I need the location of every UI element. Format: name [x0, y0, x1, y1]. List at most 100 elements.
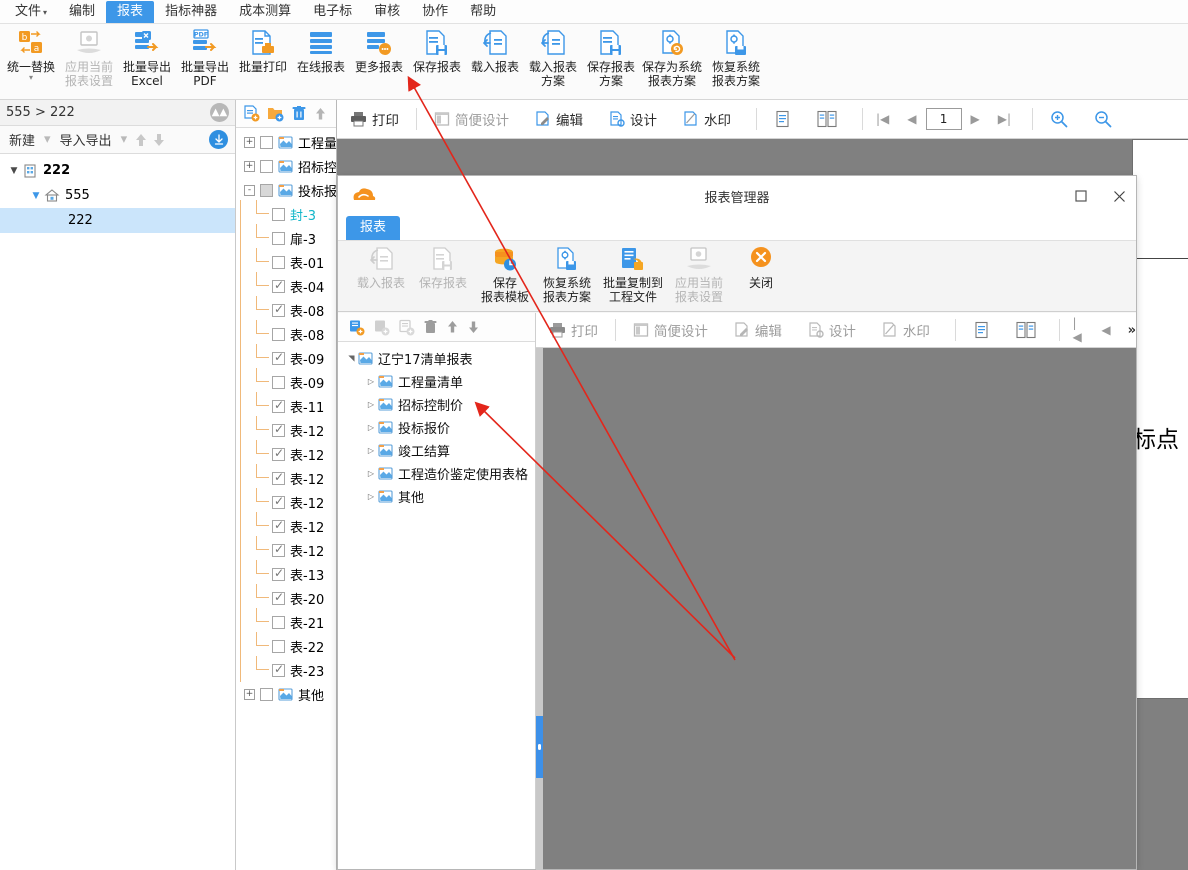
dialog-preview-canvas[interactable]: [536, 348, 1136, 869]
chevron-down-icon[interactable]: ▼: [28, 191, 44, 201]
ribbon-button-apply-current-settings[interactable]: 应用当前 报表设置: [60, 24, 118, 98]
ribbon-button-load-report-scheme[interactable]: 载入报表 方案: [524, 24, 582, 98]
chevron-down-icon[interactable]: ▾: [118, 132, 131, 147]
dialog-print-button[interactable]: 打印: [536, 311, 611, 349]
chevron-down-icon[interactable]: ▾: [29, 74, 33, 82]
move-up-icon[interactable]: [314, 106, 327, 122]
chevron-down-icon[interactable]: ▾: [41, 132, 54, 147]
report-tree-row[interactable]: 表-12: [236, 464, 336, 490]
next-page-icon[interactable]: ▶: [962, 112, 989, 126]
report-tree-row[interactable]: 表-12: [236, 536, 336, 562]
row-checkbox[interactable]: [272, 231, 285, 245]
row-checkbox[interactable]: [260, 687, 273, 701]
first-page-icon[interactable]: |◀: [867, 112, 898, 126]
menu-item-ebid[interactable]: 电子标: [302, 1, 363, 23]
ribbon-button-load-report[interactable]: 载入报表: [466, 24, 524, 98]
dialog-button-save-report[interactable]: 保存报表: [412, 241, 474, 311]
page-number-input[interactable]: 1: [925, 108, 962, 130]
report-tree-row[interactable]: 表-20: [236, 584, 336, 610]
row-checkbox[interactable]: [272, 398, 285, 413]
close-icon[interactable]: [1108, 185, 1130, 207]
row-checkbox[interactable]: [272, 255, 285, 269]
row-checkbox[interactable]: [272, 615, 285, 629]
menu-item-compile[interactable]: 编制: [58, 1, 106, 23]
import-export-button-label[interactable]: 导入导出: [58, 130, 114, 149]
delete-icon[interactable]: [291, 105, 307, 122]
row-checkbox[interactable]: [272, 542, 285, 557]
delete-icon[interactable]: [423, 319, 438, 335]
report-tree-row[interactable]: + 招标控制价: [236, 154, 336, 178]
arrow-up-icon[interactable]: [134, 132, 148, 148]
ribbon-button-unified-replace[interactable]: b a 统一替换 ▾: [2, 24, 60, 98]
scrollbar-thumb[interactable]: [536, 716, 543, 778]
ribbon-button-save-report-scheme[interactable]: 保存报表 方案: [582, 24, 640, 98]
row-checkbox[interactable]: [272, 494, 285, 509]
maximize-icon[interactable]: [1070, 185, 1092, 207]
report-tree-row[interactable]: 表-08: [236, 296, 336, 322]
dialog-tree-row[interactable]: ▷ 招标控制价: [338, 393, 535, 416]
tree-node-222-root[interactable]: ▼ 222: [0, 158, 235, 183]
row-checkbox[interactable]: [260, 135, 273, 149]
row-checkbox[interactable]: [272, 590, 285, 605]
two-page-view-button[interactable]: [804, 100, 850, 138]
dialog-tree-row[interactable]: ▷ 工程造价鉴定使用表格: [338, 462, 535, 485]
collapse-icon[interactable]: -: [244, 184, 255, 196]
single-page-view-button[interactable]: [761, 100, 804, 138]
tab-report[interactable]: 报表: [346, 216, 401, 240]
dialog-button-batch-copy[interactable]: 批量复制到 工程文件: [598, 241, 668, 311]
report-tree-row[interactable]: 表-21: [236, 608, 336, 634]
move-down-icon[interactable]: [467, 319, 480, 335]
simple-design-button[interactable]: 简便设计: [421, 100, 522, 138]
row-checkbox[interactable]: [260, 159, 273, 173]
dialog-vertical-scrollbar[interactable]: [536, 348, 543, 870]
row-checkbox[interactable]: [272, 350, 285, 365]
chevron-down-icon[interactable]: ▼: [6, 166, 22, 176]
ribbon-button-save-report[interactable]: 保存报表: [408, 24, 466, 98]
row-checkbox[interactable]: [272, 518, 285, 533]
first-page-icon[interactable]: |◀: [1063, 316, 1092, 344]
report-tree-row[interactable]: 表-08: [236, 320, 336, 346]
ribbon-button-save-as-system-scheme[interactable]: 保存为系统 报表方案: [640, 24, 704, 98]
chevron-right-icon[interactable]: ▷: [364, 492, 378, 501]
add-report-icon[interactable]: [348, 319, 365, 336]
menu-item-help[interactable]: 帮助: [459, 1, 507, 23]
report-tree-row[interactable]: 表-12: [236, 488, 336, 514]
report-tree-row[interactable]: 表-12: [236, 512, 336, 538]
report-tree-row[interactable]: + 其他: [236, 682, 336, 706]
row-checkbox[interactable]: [272, 470, 285, 485]
dialog-watermark-button[interactable]: 水印: [869, 311, 943, 349]
dialog-button-apply-current-settings[interactable]: 应用当前 报表设置: [668, 241, 730, 311]
report-tree-row[interactable]: 表-09: [236, 344, 336, 370]
report-tree-row[interactable]: 表-01: [236, 248, 336, 274]
tree-node-555[interactable]: ▼ 555: [0, 183, 235, 208]
last-page-icon[interactable]: ▶|: [989, 112, 1020, 126]
ribbon-button-export-excel[interactable]: 批量导出 Excel: [118, 24, 176, 98]
dialog-tree-row[interactable]: ▷ 其他: [338, 485, 535, 508]
expand-icon[interactable]: +: [244, 160, 255, 172]
row-checkbox[interactable]: [272, 207, 285, 221]
row-checkbox[interactable]: [272, 278, 285, 293]
chevron-down-icon[interactable]: ◢: [347, 352, 356, 366]
report-tree-row[interactable]: 表-13: [236, 560, 336, 586]
report-tree-row[interactable]: 表-22: [236, 632, 336, 658]
dialog-button-load-report[interactable]: 载入报表: [350, 241, 412, 311]
report-tree-row[interactable]: 表-04: [236, 272, 336, 298]
zoom-in-button[interactable]: [1037, 100, 1081, 138]
chevron-right-icon[interactable]: ▷: [364, 423, 378, 432]
menu-item-collab[interactable]: 协作: [411, 1, 459, 23]
report-tree-row[interactable]: 表-11: [236, 392, 336, 418]
menu-item-file[interactable]: 文件 ▾: [4, 1, 58, 23]
new-button-label[interactable]: 新建: [7, 130, 37, 149]
chevron-right-icon[interactable]: ▷: [364, 469, 378, 478]
menu-item-audit[interactable]: 审核: [363, 1, 411, 23]
chevron-up-circle-icon[interactable]: ▲▲: [210, 103, 229, 122]
dialog-single-page-button[interactable]: [960, 311, 1003, 349]
chevron-double-right-icon[interactable]: »: [1128, 323, 1136, 338]
dialog-button-restore-system-scheme[interactable]: 恢复系统 报表方案: [536, 241, 598, 311]
chevron-right-icon[interactable]: ▷: [364, 377, 378, 386]
row-checkbox[interactable]: [272, 662, 285, 677]
dialog-simple-design-button[interactable]: 简便设计: [620, 311, 721, 349]
print-button[interactable]: 打印: [337, 100, 412, 138]
row-checkbox[interactable]: [260, 183, 273, 197]
dialog-button-close[interactable]: 关闭: [730, 241, 792, 311]
